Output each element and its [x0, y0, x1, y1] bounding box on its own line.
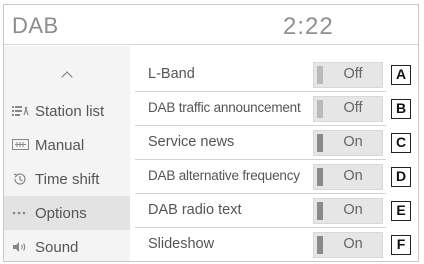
sidebar-item-time-shift[interactable]: Time shift	[4, 162, 130, 196]
station-list-icon	[12, 103, 32, 119]
header-bar: DAB 2:22	[4, 5, 418, 45]
sidebar-item-sound[interactable]: Sound	[4, 230, 130, 261]
options-icon	[12, 205, 32, 221]
sidebar-item-label: Manual	[35, 136, 85, 154]
setting-row-service-news[interactable]: Service news On C	[135, 126, 411, 160]
dab-radio-text-toggle[interactable]: On	[313, 198, 383, 224]
dab-alternative-frequency-toggle[interactable]: On	[313, 164, 383, 190]
screen-frame: DAB 2:22 Station list Manual Time shift	[3, 4, 419, 262]
sidebar-item-options[interactable]: Options	[4, 196, 130, 230]
setting-row-dab-traffic-announcement[interactable]: DAB traffic announcement Off B	[135, 92, 411, 126]
clock: 2:22	[283, 13, 334, 40]
scroll-up-button[interactable]	[4, 54, 130, 94]
toggle-state: Off	[343, 100, 363, 116]
setting-row-slideshow[interactable]: Slideshow On F	[135, 228, 411, 261]
l-band-toggle[interactable]: Off	[313, 62, 383, 88]
setting-row-l-band[interactable]: L-Band Off A	[135, 58, 411, 92]
toggle-state: On	[343, 168, 363, 184]
chevron-up-icon	[61, 70, 73, 83]
sidebar-item-label: Time shift	[35, 170, 100, 188]
setting-label: DAB radio text	[148, 202, 242, 218]
sidebar-item-station-list[interactable]: Station list	[4, 94, 130, 128]
toggle-indicator	[317, 100, 323, 118]
toggle-state: Off	[343, 66, 363, 82]
callout-label: F	[391, 235, 411, 255]
sound-icon	[12, 239, 32, 255]
setting-label: L-Band	[148, 66, 195, 82]
sidebar-item-manual[interactable]: Manual	[4, 128, 130, 162]
setting-row-dab-radio-text[interactable]: DAB radio text On E	[135, 194, 411, 228]
slideshow-toggle[interactable]: On	[313, 232, 383, 258]
settings-list: L-Band Off A DAB traffic announcement Of…	[130, 46, 418, 261]
toggle-state: On	[343, 134, 363, 150]
callout-label: D	[391, 167, 411, 187]
service-news-toggle[interactable]: On	[313, 130, 383, 156]
sidebar-item-label: Station list	[35, 102, 105, 120]
callout-label: C	[391, 133, 411, 153]
app-title: DAB	[12, 13, 59, 38]
toggle-indicator	[317, 168, 323, 186]
setting-label: DAB traffic announcement	[148, 100, 301, 115]
sidebar: Station list Manual Time shift Options S	[4, 46, 130, 261]
toggle-indicator	[317, 202, 323, 220]
sidebar-item-label: Options	[35, 204, 87, 222]
toggle-indicator	[317, 66, 323, 84]
setting-label: Slideshow	[148, 236, 215, 252]
callout-label: A	[391, 65, 411, 85]
manual-icon	[12, 137, 32, 153]
toggle-state: On	[343, 236, 363, 252]
setting-label: Service news	[148, 134, 235, 150]
toggle-state: On	[343, 202, 363, 218]
callout-label: E	[391, 201, 411, 221]
time-shift-icon	[12, 171, 32, 187]
setting-row-dab-alternative-frequency[interactable]: DAB alternative frequency On D	[135, 160, 411, 194]
toggle-indicator	[317, 236, 323, 254]
callout-label: B	[391, 99, 411, 119]
dab-traffic-announcement-toggle[interactable]: Off	[313, 96, 383, 122]
toggle-indicator	[317, 134, 323, 152]
setting-label: DAB alternative frequency	[148, 168, 300, 183]
sidebar-item-label: Sound	[35, 238, 79, 256]
